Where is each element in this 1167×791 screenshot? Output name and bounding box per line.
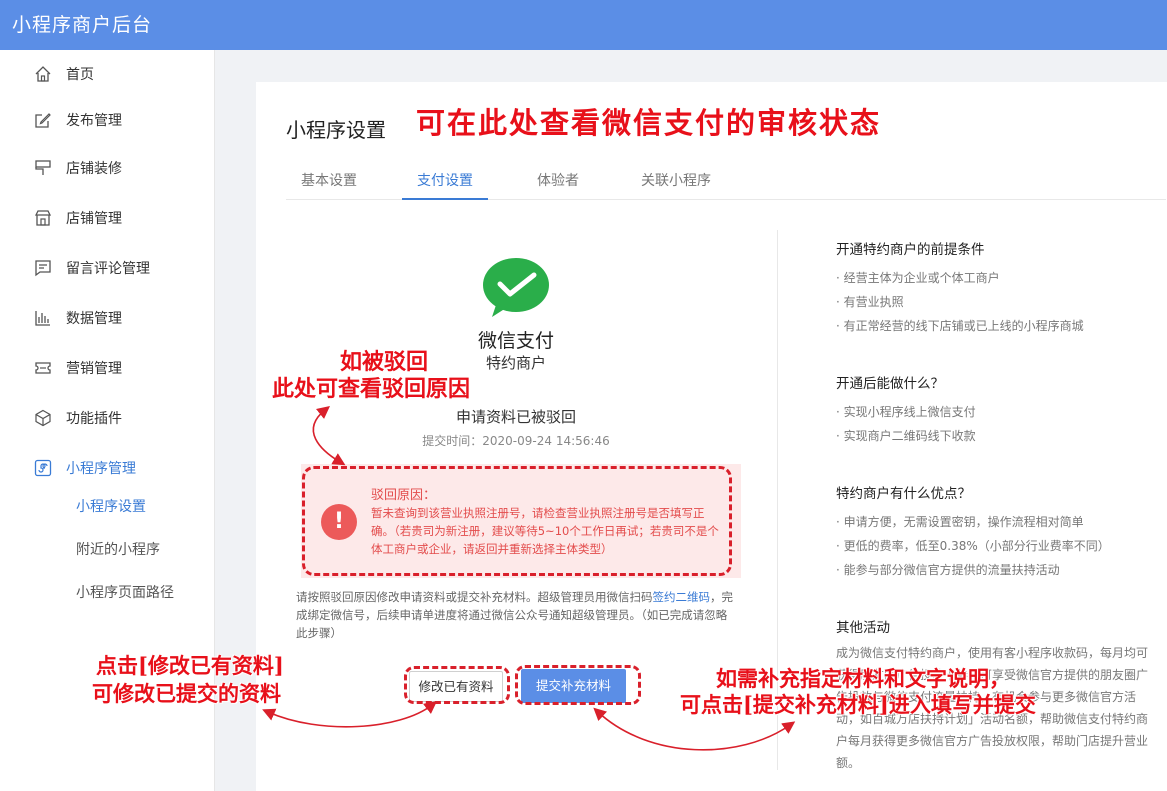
sidebar-item-plugins[interactable]: 功能插件: [0, 398, 215, 438]
edit-icon: [34, 111, 52, 129]
error-icon: !: [321, 504, 357, 540]
sidebar-item-decoration[interactable]: 店铺装修: [0, 148, 215, 188]
tab-testers[interactable]: 体验者: [522, 168, 594, 200]
section-line: · 能参与部分微信官方提供的流量扶持活动: [836, 563, 1060, 577]
edit-existing-data-button[interactable]: 修改已有资料: [409, 671, 503, 702]
tab-payment-settings[interactable]: 支付设置: [402, 168, 488, 200]
sidebar-subitem-paths[interactable]: 小程序页面路径: [0, 576, 215, 608]
sidebar: 首页 发布管理 店铺装修 店铺管理 留言评论管理 数据管理 营销管理 功能插件 …: [0, 50, 215, 791]
section-title: 其他活动: [836, 620, 890, 636]
brush-icon: [34, 159, 52, 177]
merchant-type: 特约商户: [485, 354, 546, 372]
sidebar-item-comments[interactable]: 留言评论管理: [0, 248, 215, 288]
reject-reason-box: ! 驳回原因： 暂未查询到该营业执照注册号，请检查营业执照注册号是否填写正确。（…: [301, 464, 741, 578]
tab-bar: 基本设置 支付设置 体验者 关联小程序: [286, 168, 1166, 200]
chart-icon: [34, 309, 52, 327]
section-line: · 有正常经营的线下店铺或已上线的小程序商城: [836, 319, 1084, 333]
tab-basic-settings[interactable]: 基本设置: [286, 168, 372, 200]
section-title: 开通特约商户的前提条件: [836, 242, 985, 258]
sidebar-item-marketing[interactable]: 营销管理: [0, 348, 215, 388]
section-line: · 实现小程序线上微信支付: [836, 405, 976, 419]
application-status: 申请资料已被驳回: [455, 408, 576, 426]
sidebar-item-label: 发布管理: [66, 113, 122, 129]
sidebar-item-home[interactable]: 首页: [0, 54, 215, 94]
sidebar-item-label: 首页: [66, 67, 94, 83]
sign-qrcode-link[interactable]: 签约二维码: [653, 590, 711, 604]
section-line: · 经营主体为企业或个体工商户: [836, 271, 1000, 285]
page-title: 小程序设置: [286, 118, 386, 142]
ticket-icon: [34, 359, 52, 377]
reject-reason-text: 暂未查询到该营业执照注册号，请检查营业执照注册号是否填写正确。（若贵司为新注册，…: [371, 506, 719, 556]
sidebar-item-label: 数据管理: [66, 311, 122, 327]
section-line: · 有营业执照: [836, 295, 904, 309]
sidebar-item-data[interactable]: 数据管理: [0, 298, 215, 338]
hint-text: 请按照驳回原因修改申请资料或提交补充材料。超级管理员用微信扫码签约二维码，完成绑…: [296, 588, 736, 642]
sidebar-item-publish[interactable]: 发布管理: [0, 100, 215, 140]
app-title: 小程序商户后台: [12, 14, 153, 36]
submit-time: 提交时间：2020-09-24 14:56:46: [422, 434, 610, 448]
sidebar-subitem-label: 小程序页面路径: [76, 585, 174, 601]
reject-title: 驳回原因：: [371, 488, 437, 503]
sidebar-subitem-label: 附近的小程序: [76, 542, 160, 558]
comment-icon: [34, 259, 52, 277]
wechat-pay-logo-icon: [482, 257, 552, 319]
section-line: · 更低的费率，低至0.38%（小部分行业费率不同）: [836, 539, 1110, 553]
sidebar-item-label: 小程序管理: [66, 461, 136, 477]
sidebar-subitem-settings[interactable]: 小程序设置: [0, 490, 215, 522]
sidebar-item-label: 店铺装修: [66, 161, 122, 177]
cube-icon: [34, 409, 52, 427]
store-icon: [34, 209, 52, 227]
sidebar-item-label: 营销管理: [66, 361, 122, 377]
hint-text-part: 请按照驳回原因修改申请资料或提交补充材料。超级管理员用微信扫码: [296, 590, 653, 604]
section-title: 开通后能做什么？: [836, 376, 944, 392]
sidebar-item-miniprogram[interactable]: 小程序管理: [0, 448, 215, 488]
top-bar: 小程序商户后台: [0, 0, 1167, 50]
section-title: 特约商户有什么优点？: [836, 486, 971, 502]
section-line: · 实现商户二维码线下收款: [836, 429, 976, 443]
tab-linked-miniprogram[interactable]: 关联小程序: [626, 168, 726, 200]
payment-name: 微信支付: [477, 330, 554, 352]
column-divider: [777, 230, 778, 770]
sidebar-subitem-nearby[interactable]: 附近的小程序: [0, 533, 215, 565]
sidebar-item-label: 功能插件: [66, 411, 122, 427]
sidebar-subitem-label: 小程序设置: [76, 499, 146, 515]
miniprogram-icon: [34, 459, 52, 477]
sidebar-item-store[interactable]: 店铺管理: [0, 198, 215, 238]
section-line: · 申请方便，无需设置密钥，操作流程相对简单: [836, 515, 1084, 529]
main-panel: 小程序设置 基本设置 支付设置 体验者 关联小程序 微信支付 特约商户 申请资料…: [256, 82, 1167, 791]
other-activities-text: 成为微信支付特约商户，使用有客小程序收款码，每月均可获得朋友圈广告投放卡券，可享…: [836, 646, 1149, 770]
home-icon: [34, 65, 52, 83]
submit-supplementary-button[interactable]: 提交补充材料: [521, 669, 626, 703]
sidebar-item-label: 留言评论管理: [66, 261, 150, 277]
sidebar-item-label: 店铺管理: [66, 211, 122, 227]
